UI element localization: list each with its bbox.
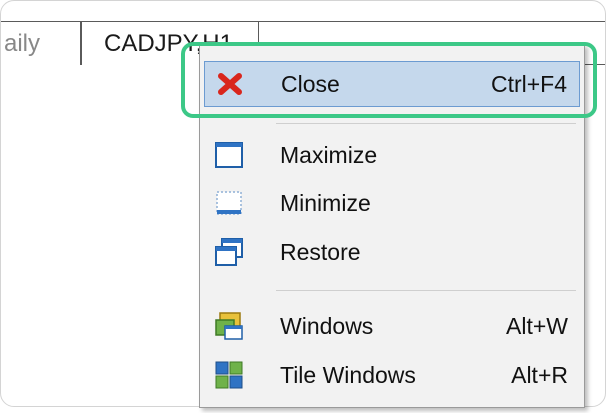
restore-icon [215, 238, 243, 266]
windows-icon [215, 312, 243, 340]
menu-item-windows[interactable]: Windows Alt+W [204, 303, 580, 349]
menu-item-label: Minimize [280, 189, 371, 216]
maximize-icon [215, 142, 243, 168]
close-icon [218, 73, 242, 95]
window-context-menu: Close Ctrl+F4 Maximize Minimize Restore [199, 44, 585, 408]
menu-item-label: Tile Windows [280, 361, 416, 388]
menu-item-shortcut: Ctrl+F4 [490, 70, 567, 97]
menu-item-label: Windows [280, 312, 374, 339]
tab-label: aily [4, 29, 41, 57]
tab-daily[interactable]: aily [1, 21, 81, 65]
menu-item-shortcut: Alt+W [506, 312, 568, 339]
menu-item-maximize[interactable]: Maximize [204, 132, 580, 178]
minimize-icon [216, 191, 242, 215]
menu-item-restore[interactable]: Restore [204, 229, 580, 275]
menu-item-label: Restore [280, 238, 361, 265]
tile-windows-icon [215, 361, 243, 389]
menu-item-shortcut: Alt+R [511, 361, 568, 388]
menu-item-label: Close [281, 70, 340, 97]
menu-item-tile-windows[interactable]: Tile Windows Alt+R [204, 352, 580, 398]
menu-item-label: Maximize [280, 141, 378, 168]
menu-separator [276, 123, 576, 124]
menu-separator [276, 290, 576, 291]
menu-item-close[interactable]: Close Ctrl+F4 [204, 61, 580, 107]
menu-item-minimize[interactable]: Minimize [204, 180, 580, 226]
